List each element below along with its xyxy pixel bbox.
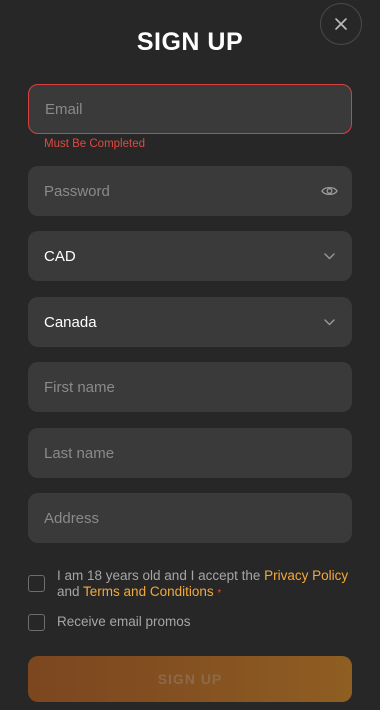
terms-prefix: I am 18 years old and I accept the	[57, 568, 261, 583]
terms-text: I am 18 years old and I accept the Priva…	[57, 568, 352, 602]
currency-value: CAD	[44, 247, 76, 265]
first-name-input[interactable]	[44, 362, 304, 412]
currency-select[interactable]: CAD	[28, 231, 352, 281]
chevron-down-icon	[323, 318, 335, 325]
promos-label: Receive email promos	[57, 614, 191, 629]
page-title: SIGN UP	[136, 28, 244, 56]
promos-checkbox[interactable]	[28, 614, 45, 631]
signup-modal: SIGN UP Must Be Completed CAD Canada	[0, 0, 380, 710]
chevron-down-icon	[323, 252, 335, 259]
terms-row: I am 18 years old and I accept the Priva…	[28, 568, 352, 602]
promos-row: Receive email promos	[28, 614, 352, 632]
last-name-input[interactable]	[44, 428, 304, 478]
password-input[interactable]	[44, 166, 304, 216]
required-marker: *	[217, 588, 222, 599]
email-error-message: Must Be Completed	[44, 138, 145, 150]
terms-conditions-link[interactable]: Terms and Conditions	[83, 584, 214, 599]
email-input[interactable]	[45, 85, 305, 133]
country-select[interactable]: Canada	[28, 297, 352, 347]
currency-dropdown-toggle[interactable]	[320, 247, 338, 265]
address-field[interactable]	[28, 493, 352, 543]
terms-checkbox[interactable]	[28, 575, 45, 592]
sign-up-button[interactable]: SIGN UP	[28, 656, 352, 702]
country-dropdown-toggle[interactable]	[320, 313, 338, 331]
eye-icon	[320, 186, 338, 196]
last-name-field[interactable]	[28, 428, 352, 478]
country-value: Canada	[44, 313, 97, 331]
email-field[interactable]	[28, 84, 352, 134]
address-input[interactable]	[44, 493, 304, 543]
terms-and: and	[57, 584, 80, 599]
first-name-field[interactable]	[28, 362, 352, 412]
password-visibility-toggle[interactable]	[320, 182, 338, 200]
password-field[interactable]	[28, 166, 352, 216]
privacy-policy-link[interactable]: Privacy Policy	[264, 568, 348, 583]
